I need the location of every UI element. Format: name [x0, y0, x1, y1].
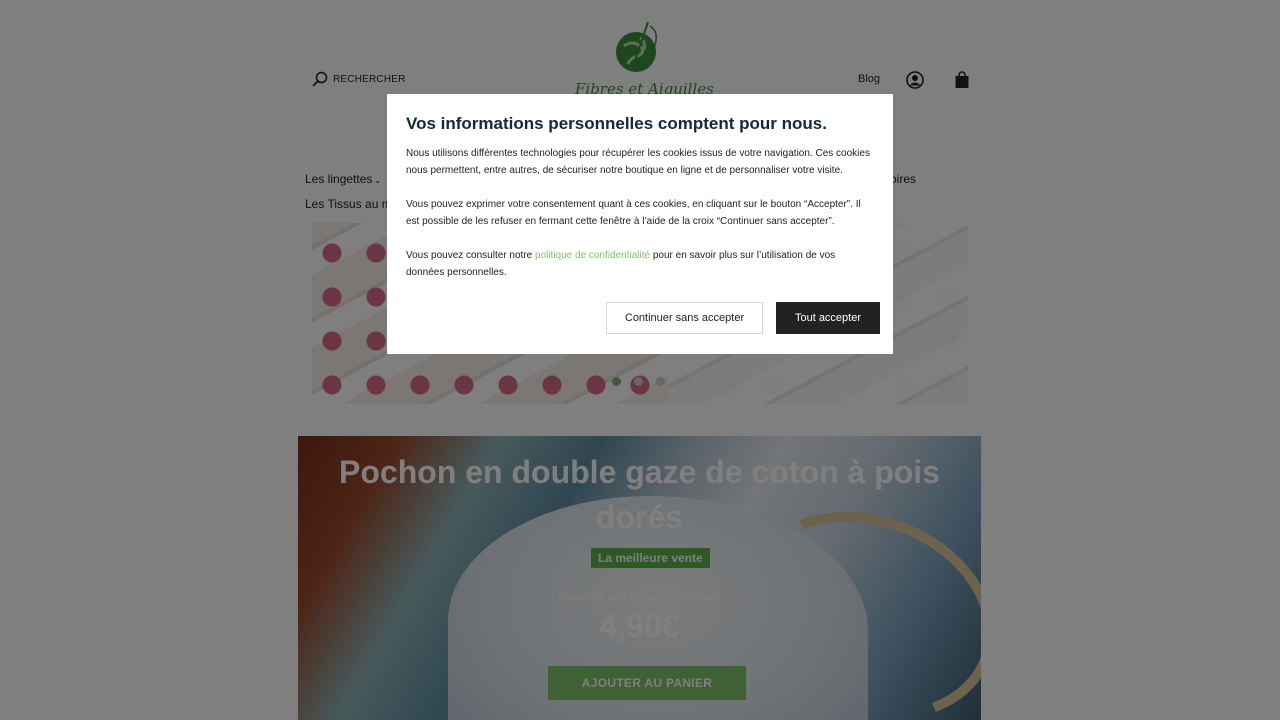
accept-all-button[interactable]: Tout accepter	[776, 302, 880, 334]
privacy-policy-link[interactable]: politique de confidentialité	[535, 250, 650, 261]
cookie-paragraph-2: Vous pouvez exprimer votre consentement …	[406, 199, 861, 227]
cookie-consent-modal: Vos informations personnelles comptent p…	[387, 94, 893, 354]
cookie-paragraph-3-start: Vous pouvez consulter notre	[406, 250, 535, 261]
continue-without-accepting-button[interactable]: Continuer sans accepter	[606, 302, 763, 334]
cookie-paragraph-1: Nous utilisons différentes technologies …	[406, 148, 870, 176]
cookie-paragraph-3: Vous pouvez consulter notre politique de…	[406, 247, 874, 281]
cookie-modal-title: Vos informations personnelles comptent p…	[406, 114, 827, 133]
